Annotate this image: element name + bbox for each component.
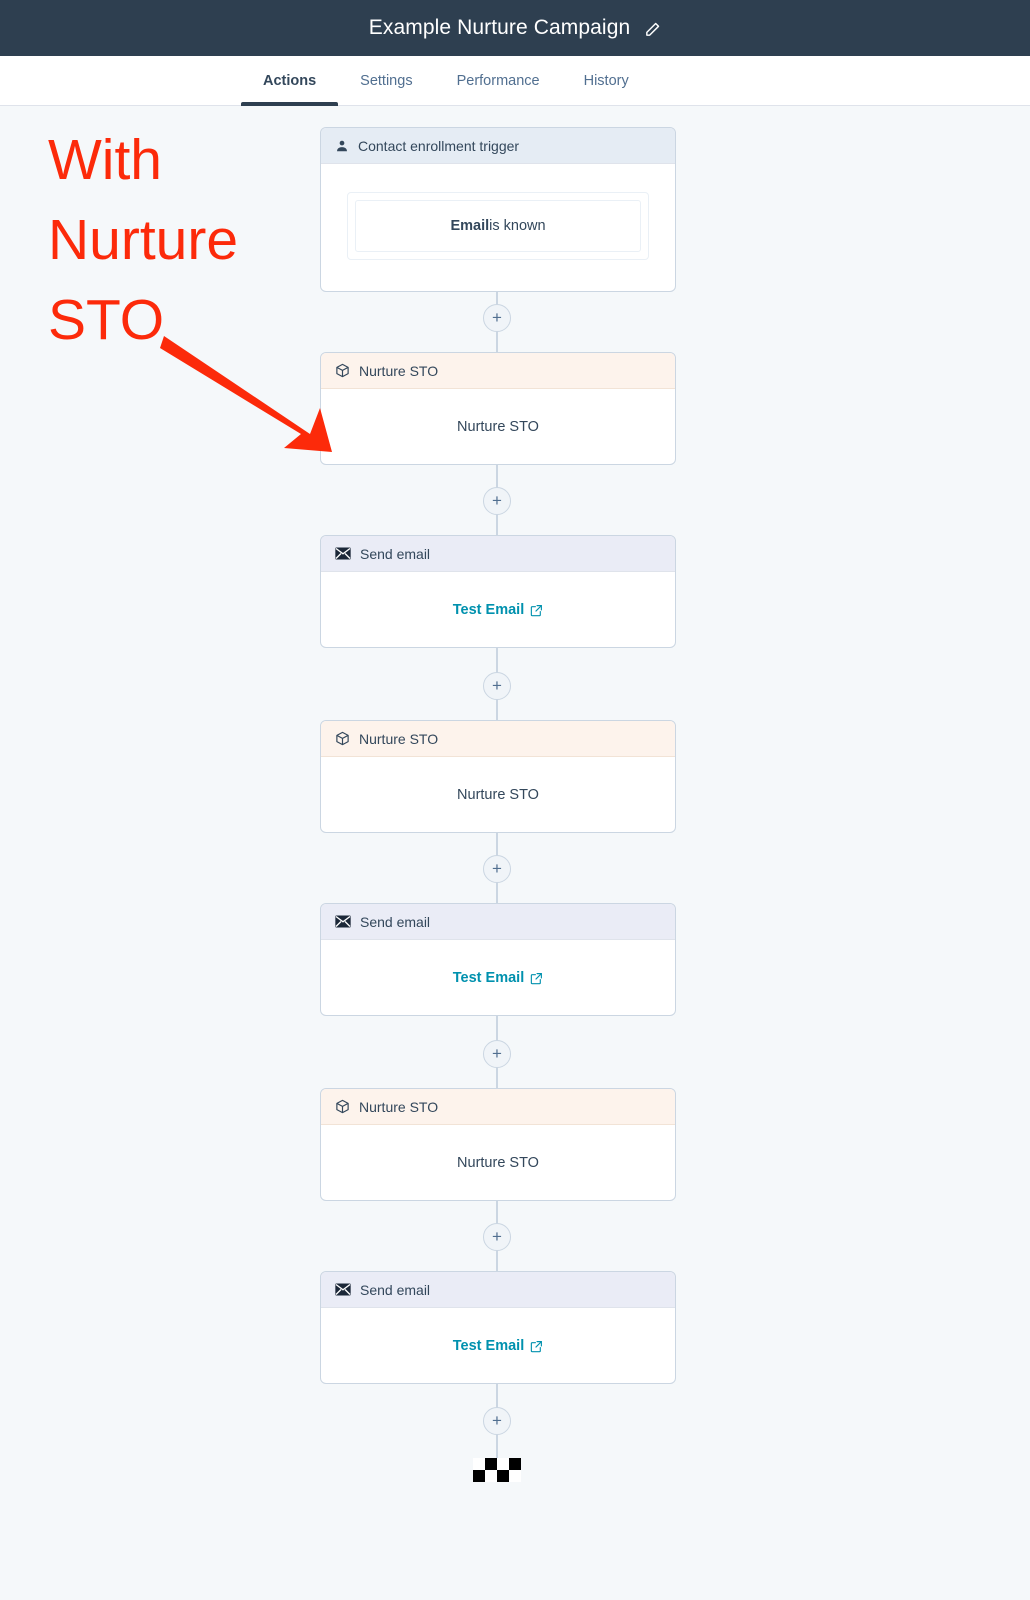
tab-actions[interactable]: Actions [241,56,339,106]
node-body: Test Email [321,1308,675,1383]
pencil-icon[interactable] [644,21,661,38]
node-header-label: Nurture STO [359,362,439,379]
test-email-label: Test Email [452,602,525,618]
criterion-operator: is known [489,218,546,234]
envelope-icon [335,547,351,560]
contact-person-icon [335,139,349,153]
add-action-button[interactable]: + [483,304,511,332]
node-body: Test Email [321,572,675,647]
tab-label: Settings [360,73,413,89]
plus-icon: + [492,1410,502,1430]
node-body-label: Nurture STO [457,787,539,803]
node-header-label: Send email [360,1281,431,1298]
tab-history[interactable]: History [562,56,651,106]
workflow-node-sto[interactable]: Nurture STO Nurture STO [320,720,676,833]
node-body: Nurture STO [321,1125,675,1200]
enrollment-criterion[interactable]: Email is known [355,200,641,252]
add-action-button[interactable]: + [483,855,511,883]
workflow-node-email[interactable]: Send email Test Email [320,535,676,648]
tab-label: Actions [263,73,317,89]
external-link-icon [530,1340,543,1353]
add-action-button[interactable]: + [483,487,511,515]
test-email-link[interactable]: Test Email [453,970,543,986]
external-link-icon [530,972,543,985]
tab-bar: Actions Settings Performance History [0,56,1030,106]
plus-icon: + [492,1226,502,1246]
node-header-label: Contact enrollment trigger [358,137,520,154]
workflow-node-email[interactable]: Send email Test Email [320,1271,676,1384]
cube-icon [335,731,350,746]
node-body-label: Nurture STO [457,419,539,435]
enrollment-criteria-group[interactable]: Email is known [347,192,649,260]
node-body: Email is known [321,164,675,291]
node-header: Send email [321,904,675,940]
workflow-node-email[interactable]: Send email Test Email [320,903,676,1016]
node-header-label: Nurture STO [359,730,439,747]
node-header: Contact enrollment trigger [321,128,675,164]
tab-settings[interactable]: Settings [338,56,434,106]
node-header: Send email [321,536,675,572]
plus-icon: + [492,490,502,510]
plus-icon: + [492,675,502,695]
node-body: Nurture STO [321,757,675,832]
workflow-node-trigger[interactable]: Contact enrollment trigger Email is known [320,127,676,292]
plus-icon: + [492,858,502,878]
test-email-label: Test Email [452,970,525,986]
test-email-link[interactable]: Test Email [453,1338,543,1354]
workflow-editor-page: Example Nurture Campaign Actions Settings… [0,0,1030,1600]
node-body: Test Email [321,940,675,1015]
node-header: Nurture STO [321,353,675,389]
node-body: Nurture STO [321,389,675,464]
envelope-icon [335,1283,351,1296]
test-email-label: Test Email [452,1338,525,1354]
node-header: Send email [321,1272,675,1308]
tab-list: Actions Settings Performance History [241,56,651,106]
workflow-canvas: Contact enrollment trigger Email is known… [0,107,1030,1600]
node-header-label: Send email [360,545,431,562]
plus-icon: + [492,1043,502,1063]
workflow-node-sto[interactable]: Nurture STO Nurture STO [320,352,676,465]
node-header-label: Send email [360,913,431,930]
page-title: Example Nurture Campaign [368,16,631,39]
node-body-label: Nurture STO [457,1155,539,1171]
tab-performance[interactable]: Performance [435,56,562,106]
add-action-button[interactable]: + [483,672,511,700]
cube-icon [335,363,350,378]
add-action-button[interactable]: + [483,1223,511,1251]
test-email-link[interactable]: Test Email [453,602,543,618]
cube-icon [335,1099,350,1114]
node-header: Nurture STO [321,721,675,757]
envelope-icon [335,915,351,928]
plus-icon: + [492,307,502,327]
add-action-button[interactable]: + [483,1407,511,1435]
node-header-label: Nurture STO [359,1098,439,1115]
tab-label: History [583,73,629,89]
checkered-flag-icon [473,1458,521,1482]
tab-label: Performance [456,73,540,89]
external-link-icon [530,604,543,617]
workflow-node-sto[interactable]: Nurture STO Nurture STO [320,1088,676,1201]
node-header: Nurture STO [321,1089,675,1125]
workflow-titlebar: Example Nurture Campaign [0,0,1030,56]
add-action-button[interactable]: + [483,1040,511,1068]
criterion-property: Email [450,218,490,234]
